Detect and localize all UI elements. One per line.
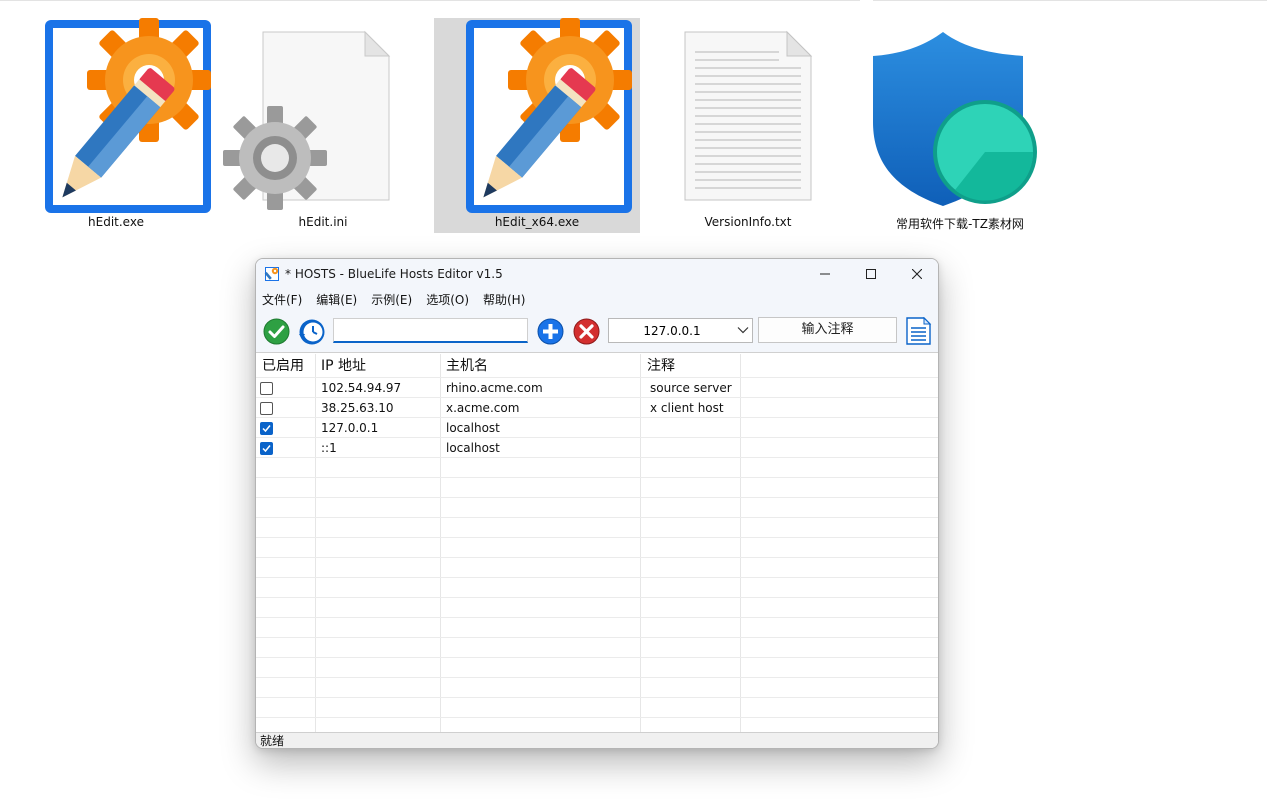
hedit-app-icon — [45, 18, 211, 213]
column-header-enabled[interactable]: 已启用 — [262, 354, 304, 378]
row-enabled-checkbox[interactable] — [260, 402, 273, 415]
file-item-hedit-ini[interactable]: hEdit.ini — [220, 18, 426, 233]
maximize-icon — [866, 269, 876, 279]
maximize-button[interactable] — [848, 259, 894, 289]
toolbar: 127.0.0.1 输入注释 — [256, 310, 938, 353]
menu-help[interactable]: 帮助(H) — [483, 291, 525, 308]
checkmark-icon — [262, 425, 271, 433]
row-ip[interactable]: 102.54.94.97 — [321, 378, 401, 398]
row-divider — [256, 617, 938, 618]
column-divider — [740, 354, 741, 732]
shield-shortcut-icon — [873, 32, 1037, 206]
explorer-top-divider — [0, 0, 860, 1]
file-item-hedit-exe[interactable]: hEdit.exe — [13, 18, 219, 233]
ip-address-select[interactable]: 127.0.0.1 — [608, 318, 753, 343]
menu-edit[interactable]: 编辑(E) — [316, 291, 357, 308]
ini-settings-file-icon — [223, 30, 391, 210]
row-ip[interactable]: ::1 — [321, 438, 337, 458]
row-hostname[interactable]: localhost — [446, 438, 500, 458]
delete-entry-icon[interactable] — [573, 318, 600, 345]
file-item-versioninfo-txt[interactable]: VersionInfo.txt — [645, 18, 851, 233]
add-entry-icon[interactable] — [537, 318, 564, 345]
column-divider — [315, 354, 316, 732]
minimize-button[interactable] — [802, 259, 848, 289]
close-icon — [912, 269, 922, 279]
row-hostname[interactable]: localhost — [446, 418, 500, 438]
row-divider — [256, 677, 938, 678]
hedit-app-icon — [264, 267, 279, 281]
row-comment[interactable]: x client host — [650, 398, 724, 418]
restore-clock-icon[interactable] — [298, 318, 326, 346]
row-divider — [256, 477, 938, 478]
menu-file[interactable]: 文件(F) — [262, 291, 302, 308]
row-ip[interactable]: 38.25.63.10 — [321, 398, 394, 418]
row-comment[interactable]: source server — [650, 378, 732, 398]
row-divider — [256, 457, 938, 458]
window-title: * HOSTS - BlueLife Hosts Editor v1.5 — [285, 267, 503, 281]
row-ip[interactable]: 127.0.0.1 — [321, 418, 378, 438]
hosts-table: 已启用 IP 地址 主机名 注释 102.54.94.97 rhino.acme… — [256, 354, 938, 732]
text-file-icon — [684, 30, 813, 201]
row-enabled-checkbox[interactable] — [260, 442, 273, 455]
comment-input[interactable]: 输入注释 — [758, 317, 897, 343]
hedit-app-icon — [466, 18, 632, 213]
file-name: hEdit_x64.exe — [494, 215, 580, 229]
column-divider — [640, 354, 641, 732]
hosts-search-input[interactable] — [333, 318, 528, 343]
row-divider — [256, 577, 938, 578]
menu-examples[interactable]: 示例(E) — [371, 291, 412, 308]
chevron-down-icon — [737, 327, 749, 334]
close-button[interactable] — [894, 259, 938, 289]
title-bar[interactable]: * HOSTS - BlueLife Hosts Editor v1.5 — [256, 259, 938, 289]
hosts-editor-window: * HOSTS - BlueLife Hosts Editor v1.5 文件(… — [255, 258, 939, 749]
row-divider — [256, 657, 938, 658]
row-enabled-checkbox[interactable] — [260, 382, 273, 395]
row-divider — [256, 537, 938, 538]
file-name: 常用软件下载-TZ素材网 — [896, 217, 1024, 231]
file-name: hEdit.ini — [298, 215, 348, 229]
file-item-shortcut[interactable]: 常用软件下载-TZ素材网 — [857, 18, 1063, 233]
row-hostname[interactable]: rhino.acme.com — [446, 378, 543, 398]
explorer-top-divider-right — [873, 0, 1267, 1]
row-divider — [256, 717, 938, 718]
file-name: hEdit.exe — [88, 215, 144, 229]
row-divider — [256, 697, 938, 698]
column-header-comment[interactable]: 注释 — [647, 354, 675, 378]
minimize-icon — [820, 273, 830, 275]
file-name: VersionInfo.txt — [704, 215, 792, 229]
row-enabled-checkbox[interactable] — [260, 422, 273, 435]
row-hostname[interactable]: x.acme.com — [446, 398, 519, 418]
checkmark-icon — [262, 445, 271, 453]
row-divider — [256, 597, 938, 598]
row-divider — [256, 517, 938, 518]
menu-bar: 文件(F) 编辑(E) 示例(E) 选项(O) 帮助(H) — [256, 289, 938, 310]
column-divider — [440, 354, 441, 732]
file-item-hedit-x64-exe[interactable]: hEdit_x64.exe — [434, 18, 640, 233]
column-header-hostname[interactable]: 主机名 — [446, 354, 488, 378]
ip-select-value: 127.0.0.1 — [643, 324, 701, 338]
row-divider — [256, 557, 938, 558]
row-divider — [256, 497, 938, 498]
save-check-icon[interactable] — [263, 318, 290, 345]
document-edit-icon[interactable] — [905, 317, 932, 345]
status-bar: 就绪 — [256, 732, 938, 748]
row-divider — [256, 637, 938, 638]
menu-options[interactable]: 选项(O) — [426, 291, 469, 308]
column-header-ip[interactable]: IP 地址 — [321, 354, 366, 378]
